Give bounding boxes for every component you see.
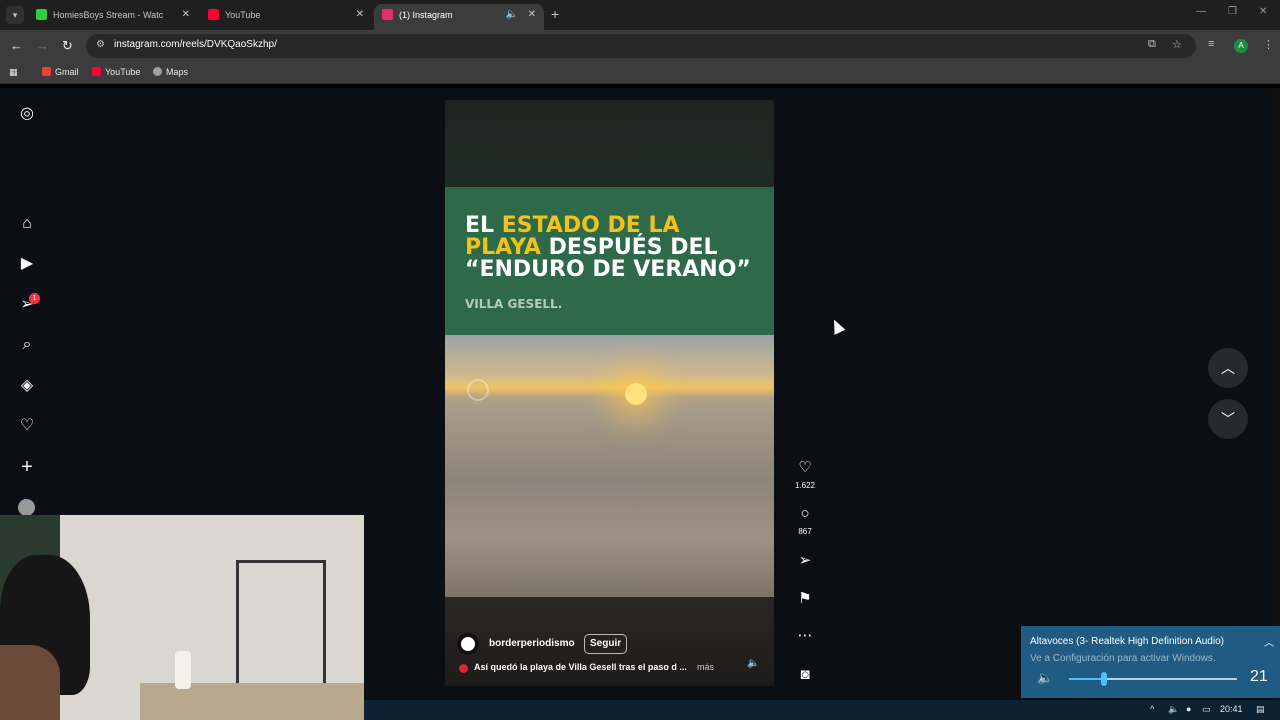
media-controls-icon[interactable]: ≡ — [1208, 38, 1214, 50]
heart-icon[interactable]: ♡ — [18, 417, 36, 435]
sunset-sun — [625, 383, 647, 405]
maps-icon — [153, 67, 162, 76]
close-tab-icon[interactable]: ✕ — [182, 4, 190, 26]
volume-slider-fill — [1069, 678, 1105, 680]
video-top-shade — [445, 100, 774, 187]
minimize-icon[interactable]: — — [1196, 6, 1206, 17]
tab-homiesboys[interactable]: HomiesBoys Stream - Watch Li ✕ — [28, 4, 198, 30]
windows-taskbar: ^ 🔈 ● ▭ 20:41 ▤ — [364, 700, 1280, 720]
bookmarks-bar: ▦ Gmail YouTube Maps — [0, 62, 1280, 84]
headline-panel: EL ESTADO DE LA PLAYA DESPUÉS DEL “ENDUR… — [445, 187, 774, 335]
restore-icon[interactable]: ❐ — [1228, 6, 1237, 17]
like-icon[interactable]: ♡ — [795, 458, 815, 476]
notification-badge: 1 — [29, 293, 40, 304]
webcam-vase — [175, 651, 191, 689]
tab-audio-icon[interactable]: 🔈 — [506, 4, 518, 26]
clock[interactable]: 20:41 — [1220, 704, 1243, 714]
windows-activation-notice: Ve a Configuración para activar Windows. — [1030, 653, 1216, 664]
tab-strip: ▾ HomiesBoys Stream - Watch Li ✕ YouTube… — [0, 0, 1280, 30]
author-name[interactable]: borderperiodismo — [489, 638, 575, 649]
volume-slider-thumb[interactable] — [1101, 672, 1108, 686]
volume-icon[interactable]: 🔈 — [747, 658, 759, 669]
headline-location: VILLA GESELL. — [465, 297, 563, 311]
chevron-up-icon[interactable]: ︿ — [1264, 634, 1274, 649]
reel-video[interactable]: EL ESTADO DE LA PLAYA DESPUÉS DEL “ENDUR… — [445, 100, 774, 686]
bookmark-star-icon[interactable]: ☆ — [1172, 38, 1182, 51]
profile-icon[interactable] — [18, 499, 35, 516]
comment-count: 867 — [798, 527, 812, 536]
youtube-icon — [208, 9, 219, 20]
address-bar[interactable]: ⚙ instagram.com/reels/DVKQaoSkzhp/ ⧉ ☆ — [86, 34, 1196, 58]
headline-part: “ENDURO DE VERANO” — [465, 257, 751, 282]
audio-avatar-icon[interactable]: ◙ — [795, 666, 815, 683]
close-tab-icon[interactable]: ✕ — [356, 4, 364, 26]
instagram-logo-icon[interactable]: ◎ — [18, 105, 36, 123]
tab-youtube[interactable]: YouTube ✕ — [200, 4, 372, 30]
live-dot-icon — [459, 664, 468, 673]
forward-icon[interactable]: → — [36, 38, 49, 53]
profile-avatar[interactable]: A — [1234, 39, 1248, 53]
share-icon[interactable]: ➢ — [795, 551, 815, 569]
reel-caption[interactable]: Así quedó la playa de Villa Gesell tras … — [474, 662, 689, 672]
author-avatar[interactable] — [457, 633, 479, 655]
next-reel-button[interactable]: ﹀ — [1208, 399, 1248, 439]
reload-icon[interactable]: ↻ — [62, 38, 73, 54]
create-icon[interactable]: + — [18, 457, 36, 477]
webcam-overlay — [0, 515, 364, 720]
bookmark-label: YouTube — [105, 67, 141, 77]
webcam-person-face — [0, 645, 60, 720]
network-icon[interactable]: ▭ — [1202, 704, 1211, 715]
bookmark-label: Maps — [166, 67, 189, 77]
follow-button[interactable]: Seguir — [584, 634, 628, 654]
headline: EL ESTADO DE LA PLAYA DESPUÉS DEL “ENDUR… — [465, 215, 765, 281]
youtube-icon — [92, 67, 101, 76]
webcam-table — [140, 683, 364, 720]
speaker-icon[interactable]: 🔈 — [1037, 670, 1053, 686]
microphone-icon[interactable]: ● — [1186, 704, 1191, 714]
volume-level: 21 — [1250, 668, 1268, 685]
tray-overflow-icon[interactable]: ^ — [1150, 704, 1154, 714]
volume-slider[interactable] — [1069, 672, 1237, 686]
tab-title: YouTube — [225, 10, 261, 20]
bookmark-youtube[interactable]: YouTube — [92, 67, 140, 77]
gmail-icon — [42, 67, 51, 76]
notifications-icon[interactable]: ▤ — [1256, 704, 1265, 715]
bookmark-maps[interactable]: Maps — [153, 67, 188, 77]
more-link[interactable]: más — [697, 662, 714, 672]
save-icon[interactable]: ⚑ — [795, 589, 815, 607]
page-scrollbar[interactable] — [1272, 88, 1280, 700]
like-count: 1.622 — [794, 481, 816, 490]
kick-icon — [36, 9, 47, 20]
comment-icon[interactable]: ○ — [795, 505, 815, 522]
watermark-logo — [467, 379, 489, 401]
volume-flyout: Altavoces (3- Realtek High Definition Au… — [1021, 626, 1280, 698]
instagram-icon — [382, 9, 393, 20]
url-text: instagram.com/reels/DVKQaoSkzhp/ — [114, 39, 277, 50]
tab-title: (1) Instagram — [399, 10, 453, 20]
close-window-icon[interactable]: ✕ — [1259, 6, 1267, 17]
beach-photo — [445, 335, 774, 597]
previous-reel-button[interactable]: ︿ — [1208, 348, 1248, 388]
install-app-icon[interactable]: ⧉ — [1148, 38, 1156, 51]
reels-icon[interactable]: ▶ — [18, 255, 36, 273]
tab-search-button[interactable]: ▾ — [6, 6, 24, 24]
search-icon[interactable]: ⌕ — [18, 336, 36, 354]
menu-icon[interactable]: ⋮ — [1263, 38, 1274, 51]
tab-title: HomiesBoys Stream - Watch Li — [53, 10, 163, 20]
browser-toolbar: ← → ↻ ⚙ instagram.com/reels/DVKQaoSkzhp/… — [0, 30, 1280, 62]
audio-device-name[interactable]: Altavoces (3- Realtek High Definition Au… — [1030, 636, 1224, 647]
explore-icon[interactable]: ◈ — [18, 377, 36, 395]
site-info-icon[interactable]: ⚙ — [96, 39, 105, 50]
bookmark-label: Gmail — [55, 67, 79, 77]
apps-grid-icon[interactable]: ▦ — [9, 67, 18, 78]
tab-instagram[interactable]: (1) Instagram 🔈 ✕ — [374, 4, 544, 30]
more-options-icon[interactable]: ⋯ — [795, 626, 815, 644]
new-tab-button[interactable]: + — [551, 6, 559, 22]
back-icon[interactable]: ← — [10, 38, 23, 53]
speaker-tray-icon[interactable]: 🔈 — [1168, 704, 1179, 715]
bookmark-gmail[interactable]: Gmail — [42, 67, 79, 77]
home-icon[interactable]: ⌂ — [18, 215, 36, 233]
close-tab-icon[interactable]: ✕ — [528, 4, 536, 26]
